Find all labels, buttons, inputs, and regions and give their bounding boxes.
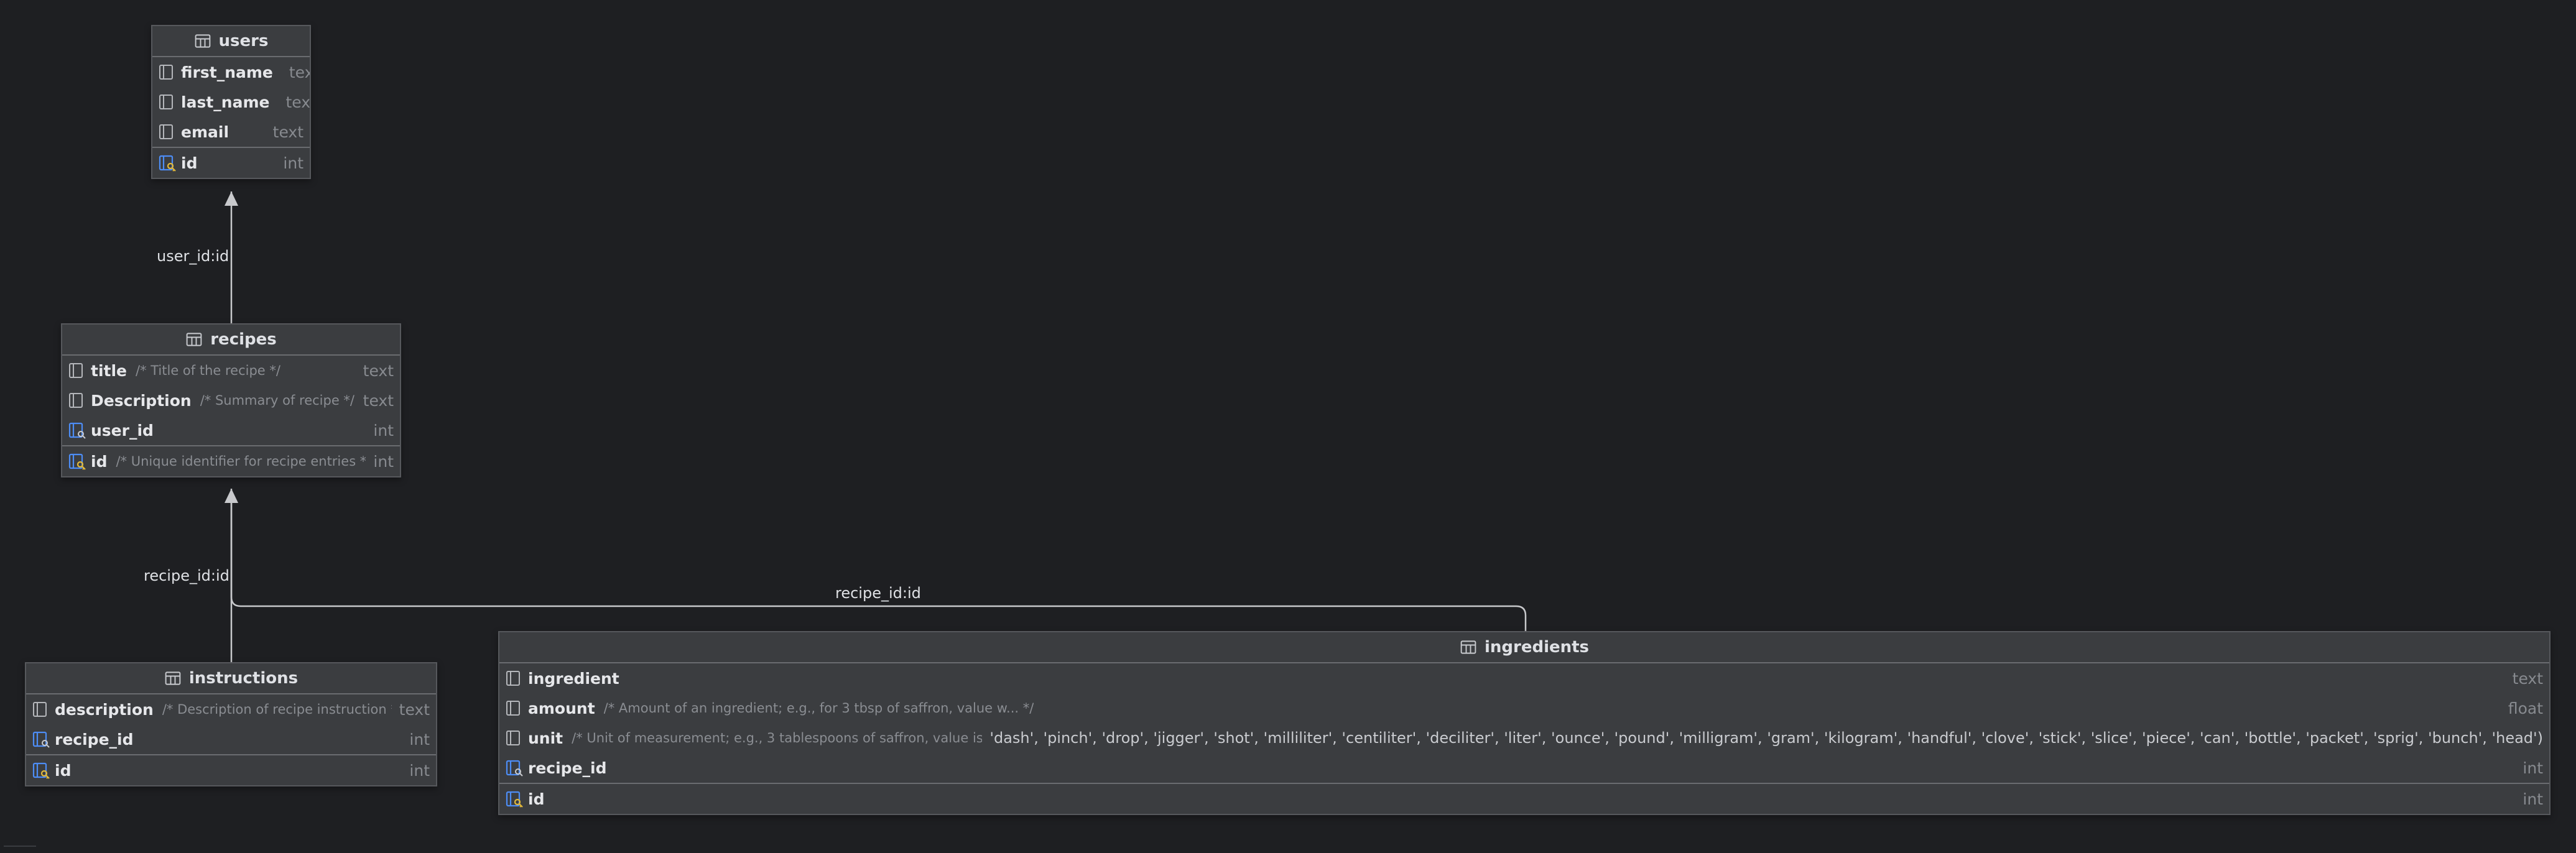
table-icon	[1460, 639, 1477, 655]
table-title: instructions	[188, 669, 299, 688]
foreign-key-icon	[31, 731, 51, 748]
column-type: int	[409, 761, 430, 780]
column-row-description[interactable]: description /* Description of recipe inst…	[26, 694, 436, 724]
corner-mark	[4, 846, 36, 847]
column-name: id	[55, 761, 72, 780]
table-icon	[164, 670, 182, 686]
column-type: text	[272, 122, 303, 141]
column-name: recipe_id	[528, 758, 607, 777]
column-row-recipe-id[interactable]: recipe_id int	[26, 724, 436, 754]
column-icon	[504, 699, 524, 717]
column-row-id[interactable]: id int	[152, 147, 310, 178]
column-comment: /* Summary of recipe */	[200, 393, 355, 408]
column-type: text	[285, 93, 310, 111]
column-type: text	[289, 63, 310, 81]
column-name: id	[181, 154, 198, 172]
column-name: first_name	[181, 63, 273, 81]
column-row-unit[interactable]: unit /* Unit of measurement; e.g., 3 tabl…	[499, 723, 2549, 753]
column-type: int	[373, 421, 394, 440]
column-type: int	[283, 154, 303, 172]
table-instructions[interactable]: instructions description /* Description of…	[25, 662, 437, 786]
column-type: text	[399, 700, 430, 719]
table-title: recipes	[210, 330, 277, 349]
column-name: title	[91, 361, 127, 380]
column-row-email[interactable]: email text	[152, 117, 310, 147]
column-type: int	[2523, 790, 2543, 808]
column-comment: /* Description of recipe instruction */	[162, 702, 392, 717]
column-row-id[interactable]: id int	[499, 783, 2549, 814]
column-row-last-name[interactable]: last_name text	[152, 87, 310, 117]
column-name: unit	[528, 729, 563, 747]
table-title: ingredients	[1484, 638, 1590, 657]
table-title: users	[218, 32, 269, 50]
column-row-description[interactable]: Description /* Summary of recipe */ text	[62, 385, 400, 415]
column-row-id[interactable]: id /* Unique identifier for recipe entrie…	[62, 445, 400, 476]
relation-arrow-recipes	[225, 489, 238, 503]
column-row-id[interactable]: id int	[26, 754, 436, 785]
column-name: description	[55, 700, 154, 719]
column-name: email	[181, 122, 229, 141]
column-row-user-id[interactable]: user_id int	[62, 415, 400, 445]
table-header[interactable]: recipes	[62, 325, 400, 356]
table-users[interactable]: usersfirst_nametextlast_nametextemailtex…	[151, 25, 311, 179]
column-row-title[interactable]: title /* Title of the recipe */ text	[62, 356, 400, 385]
relation-label-recipe-id-ingredients: recipe_id:id	[835, 584, 921, 602]
column-row-ingredient[interactable]: ingredient text	[499, 663, 2549, 693]
relation-label-user-id: user_id:id	[157, 247, 229, 265]
relation-line-ingredients-recipes[interactable]	[230, 503, 1527, 631]
table-header[interactable]: users	[152, 26, 310, 57]
column-row-amount[interactable]: amount /* Amount of an ingredient; e.g., …	[499, 693, 2549, 723]
column-name: id	[91, 452, 108, 471]
table-icon	[194, 33, 211, 49]
column-icon	[157, 63, 177, 81]
relation-label-recipe-id-instructions: recipe_id:id	[144, 567, 229, 584]
primary-key-icon	[157, 154, 177, 172]
primary-key-icon	[504, 790, 524, 808]
primary-key-icon	[31, 762, 51, 779]
column-icon	[157, 93, 177, 111]
column-name: last_name	[181, 93, 270, 111]
foreign-key-icon	[504, 759, 524, 777]
column-icon	[67, 362, 87, 379]
table-header[interactable]: instructions	[26, 663, 436, 694]
column-comment: /* Unit of measurement; e.g., 3 tablespo…	[572, 731, 983, 745]
column-type: float	[2508, 699, 2543, 717]
column-type: text	[363, 361, 394, 380]
relation-arrow-users	[225, 191, 238, 206]
column-icon	[31, 701, 51, 718]
column-type: int	[373, 452, 394, 471]
column-icon	[504, 729, 524, 747]
table-recipes[interactable]: recipes title /* Title of the recipe */ tex…	[61, 323, 401, 477]
column-comment: /* Amount of an ingredient; e.g., for 3 …	[603, 701, 1034, 716]
column-row-first-name[interactable]: first_name text	[152, 57, 310, 87]
column-name: amount	[528, 699, 595, 717]
column-icon	[157, 123, 177, 141]
column-comment: /* Title of the recipe */	[136, 363, 280, 378]
column-name: recipe_id	[55, 730, 134, 749]
column-name: user_id	[91, 421, 154, 440]
table-header[interactable]: ingredients	[499, 632, 2549, 663]
column-comment: /* Unique identifier for recipe entries …	[116, 454, 366, 469]
foreign-key-icon	[67, 422, 87, 439]
column-type: int	[409, 730, 430, 749]
table-icon	[185, 331, 203, 348]
column-name: Description	[91, 391, 192, 410]
column-enum-values: 'dash', 'pinch', 'drop', 'jigger', 'shot…	[989, 729, 2543, 747]
column-icon	[67, 392, 87, 409]
column-row-recipe-id[interactable]: recipe_id int	[499, 753, 2549, 783]
column-name: ingredient	[528, 669, 619, 688]
primary-key-icon	[67, 453, 87, 470]
column-type: int	[2523, 758, 2543, 777]
column-type: text	[363, 391, 394, 410]
table-ingredients[interactable]: ingredients ingredient text amount /* Amount…	[498, 631, 2551, 815]
column-type: text	[2512, 669, 2543, 688]
column-icon	[504, 670, 524, 687]
column-name: id	[528, 790, 545, 808]
